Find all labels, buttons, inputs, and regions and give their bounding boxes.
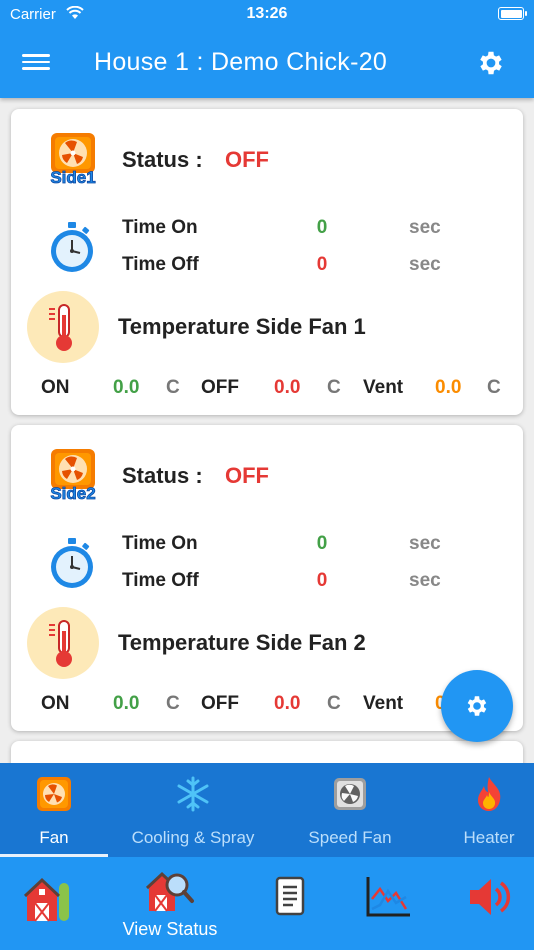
nav-label: View Status	[122, 919, 218, 939]
vent-unit: C	[487, 377, 501, 398]
vent-label: Vent	[363, 693, 404, 714]
time-off-unit: sec	[409, 254, 441, 275]
status-label: Status :	[122, 147, 203, 172]
off-unit: C	[327, 377, 341, 398]
on-value: 0.0	[113, 693, 140, 714]
content-area[interactable]: Side1 Status : OFF Time On 0 sec Time Of…	[0, 98, 534, 763]
off-label: OFF	[201, 693, 239, 714]
page-title: House 1 : Demo Chick-20	[94, 48, 388, 76]
app-bar: House 1 : Demo Chick-20	[0, 28, 534, 98]
status-bar: Carrier 13:26	[0, 0, 534, 28]
tab-label: Fan	[39, 828, 69, 847]
time-on-label: Time On	[122, 533, 198, 554]
settings-fab-button[interactable]	[441, 670, 513, 742]
off-value: 0.0	[274, 377, 301, 398]
nav-home[interactable]	[0, 857, 96, 950]
status-value: OFF	[225, 463, 269, 488]
on-label: ON	[41, 377, 70, 398]
barn-icon	[23, 877, 69, 922]
temperature-title: Temperature Side Fan 2	[118, 630, 366, 655]
settings-gear-icon[interactable]	[476, 48, 506, 78]
tab-label: Speed Fan	[308, 828, 392, 847]
badge-text: Side2	[50, 484, 95, 503]
temperature-title: Temperature Side Fan 1	[118, 314, 366, 339]
top-bar: Carrier 13:26 House 1 : Demo Chick-20	[0, 0, 534, 98]
thermometer-icon	[49, 620, 72, 667]
on-unit: C	[166, 377, 180, 398]
document-icon	[275, 876, 305, 916]
tab-cooling-spray[interactable]: Cooling & Spray	[112, 763, 274, 857]
menu-button[interactable]	[22, 50, 50, 76]
tab-heater[interactable]: Heater	[444, 763, 534, 857]
thermometer-badge	[27, 607, 99, 679]
device-tab-bar: Fan Cooling & Spray Speed Fan Heater	[0, 763, 534, 857]
tab-label: Heater	[463, 828, 515, 847]
speed-fan-icon	[334, 778, 366, 810]
stopwatch-icon	[51, 538, 93, 588]
time-off-value: 0	[316, 570, 328, 591]
speaker-icon	[470, 879, 511, 915]
snowflake-icon	[177, 776, 209, 812]
flame-icon	[478, 777, 501, 811]
barn-search-icon	[145, 871, 194, 912]
time-on-value: 0	[316, 533, 328, 554]
time-on-unit: sec	[409, 217, 441, 238]
tab-speed-fan[interactable]: Speed Fan	[284, 763, 416, 857]
nav-view-status[interactable]: View Status	[110, 857, 230, 950]
thermometer-badge	[27, 291, 99, 363]
clock: 13:26	[246, 5, 288, 22]
nav-report[interactable]	[250, 857, 330, 950]
fan-icon	[37, 777, 71, 811]
vent-label: Vent	[363, 377, 404, 398]
temperature-settings-row: ON 0.0 C OFF 0.0 C Vent 0.0 C	[11, 377, 523, 401]
on-label: ON	[41, 693, 70, 714]
stopwatch-icon	[51, 222, 93, 272]
on-unit: C	[166, 693, 180, 714]
off-value: 0.0	[274, 693, 301, 714]
chart-icon	[366, 877, 410, 917]
nav-chart[interactable]	[345, 857, 431, 950]
off-label: OFF	[201, 377, 239, 398]
badge-text: Side1	[50, 168, 95, 187]
time-off-label: Time Off	[122, 570, 199, 591]
side-fan-icon: Side2	[50, 449, 96, 503]
bottom-nav: View Status	[0, 857, 534, 950]
time-on-value: 0	[316, 217, 328, 238]
side-fan-card-1: Side1 Status : OFF Time On 0 sec Time Of…	[11, 109, 523, 415]
time-on-unit: sec	[409, 533, 441, 554]
battery-icon	[498, 7, 527, 20]
time-on-label: Time On	[122, 217, 198, 238]
time-off-value: 0	[316, 254, 328, 275]
time-off-label: Time Off	[122, 254, 199, 275]
status-value: OFF	[225, 147, 269, 172]
tab-fan[interactable]: Fan	[0, 763, 108, 857]
nav-alarm[interactable]	[446, 857, 534, 950]
thermometer-icon	[49, 304, 72, 351]
status-label: Status :	[122, 463, 203, 488]
hamburger-icon	[22, 54, 50, 57]
tab-label: Cooling & Spray	[131, 828, 255, 847]
off-unit: C	[327, 693, 341, 714]
side-fan-card-3	[11, 741, 523, 763]
time-off-unit: sec	[409, 570, 441, 591]
on-value: 0.0	[113, 377, 140, 398]
vent-value: 0.0	[435, 377, 462, 398]
side-fan-icon: Side1	[50, 133, 96, 187]
gear-icon	[467, 696, 487, 716]
